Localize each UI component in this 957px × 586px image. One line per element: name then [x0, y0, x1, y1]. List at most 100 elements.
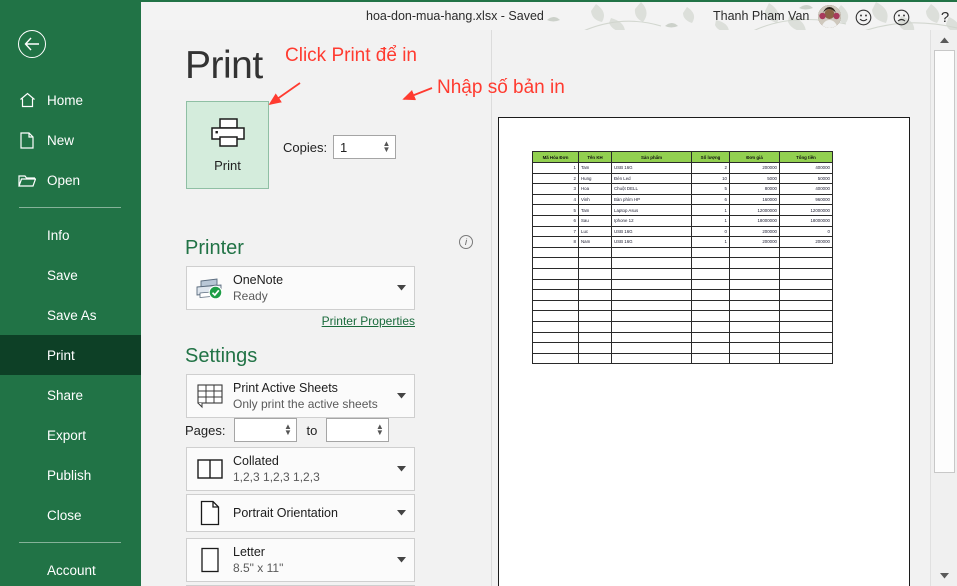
sidebar-item-label: Info: [47, 227, 70, 243]
sidebar-item-close[interactable]: Close: [0, 495, 141, 535]
pages-from-spinner-down[interactable]: ▼: [284, 429, 292, 437]
copies-label: Copies:: [283, 140, 328, 155]
invoice-cell-empty: [532, 331, 579, 344]
orientation-dropdown-arrow[interactable]: [388, 510, 414, 516]
printer-info-icon[interactable]: i: [459, 235, 473, 249]
paper-size-dropdown-arrow[interactable]: [388, 557, 414, 563]
sidebar-item-new[interactable]: New: [0, 120, 141, 160]
invoice-cell-empty: [779, 278, 833, 291]
printer-properties-link[interactable]: Printer Properties: [322, 314, 415, 328]
sidebar-item-label: Save As: [47, 307, 97, 323]
pages-from-stepper[interactable]: ▲ ▼: [234, 418, 298, 442]
smiley-face-icon: [855, 9, 871, 25]
invoice-cell: 12000000: [729, 204, 780, 216]
table-row-empty: [532, 352, 833, 365]
copies-input[interactable]: [334, 136, 379, 158]
sidebar-item-export[interactable]: Export: [0, 415, 141, 455]
invoice-cell: 1: [691, 204, 730, 216]
invoice-cell-empty: [611, 278, 692, 291]
chevron-down-icon: [396, 557, 406, 563]
invoice-cell: Hung: [578, 172, 612, 185]
sidebar-item-info[interactable]: Info: [0, 215, 141, 255]
invoice-cell-empty: [729, 278, 780, 291]
avatar-photo: [818, 5, 841, 28]
back-button[interactable]: [18, 30, 46, 58]
collation-text: Collated 1,2,3 1,2,3 1,2,3: [233, 453, 388, 485]
pages-to-spinner-down[interactable]: ▼: [376, 429, 384, 437]
backstage-sidebar: Home New Open Info Save Save As Print Share Expo…: [0, 0, 141, 586]
invoice-cell: 12000000: [779, 204, 833, 216]
sidebar-item-home[interactable]: Home: [0, 80, 141, 120]
invoice-table-body: 1 Tam USB 16G 2 200000 400000 2 Hung Đèn Led 10 50…: [532, 162, 833, 365]
invoice-cell-empty: [729, 320, 780, 333]
invoice-cell-empty: [779, 267, 833, 280]
sidebar-item-label: Export: [47, 427, 87, 443]
invoice-cell: 8: [532, 236, 579, 248]
pages-label: Pages:: [185, 422, 226, 438]
copies-spinner-down[interactable]: ▼: [383, 146, 391, 154]
invoice-cell-empty: [611, 352, 692, 365]
help-button[interactable]: ?: [934, 6, 956, 28]
print-range-select[interactable]: Print Active Sheets Only print the activ…: [186, 374, 415, 418]
invoice-cell: Chuột DELL: [611, 183, 692, 195]
collate-icon: [187, 458, 233, 480]
scroll-thumb[interactable]: [934, 50, 955, 473]
sidebar-item-open[interactable]: Open: [0, 160, 141, 200]
invoice-cell-empty: [691, 299, 730, 312]
feedback-frown-icon[interactable]: [890, 6, 912, 28]
invoice-cell: Laptop Asus: [611, 204, 692, 216]
pages-to-spinner[interactable]: ▲ ▼: [372, 419, 387, 441]
settings-section-heading: Settings: [185, 345, 258, 367]
table-row: 7 Luc USB 16G 0 200000 0: [532, 225, 833, 238]
copies-spinner[interactable]: ▲ ▼: [379, 136, 394, 158]
print-range-dropdown-arrow[interactable]: [388, 393, 414, 399]
collation-select[interactable]: Collated 1,2,3 1,2,3 1,2,3: [186, 447, 415, 491]
invoice-cell: 4: [532, 193, 579, 206]
feedback-smile-icon[interactable]: [852, 6, 874, 28]
collation-dropdown-arrow[interactable]: [388, 466, 414, 472]
paper-size-select[interactable]: Letter 8.5" x 11": [186, 538, 415, 582]
pages-to-input[interactable]: [327, 419, 373, 441]
frowning-face-icon: [893, 9, 909, 25]
sidebar-item-publish[interactable]: Publish: [0, 455, 141, 495]
printer-select[interactable]: OneNote Ready: [186, 266, 415, 310]
table-row: 3 Hoa Chuột DELL 5 80000 400000: [532, 183, 833, 195]
invoice-col-header: Đơn giá: [729, 151, 780, 163]
scroll-down-button[interactable]: [931, 566, 957, 586]
invoice-col-header: Tên KH: [578, 151, 612, 163]
pages-from-input[interactable]: [235, 419, 281, 441]
sidebar-item-save-as[interactable]: Save As: [0, 295, 141, 335]
sidebar-item-save[interactable]: Save: [0, 255, 141, 295]
print-range-subtitle: Only print the active sheets: [233, 397, 378, 411]
pages-to-stepper[interactable]: ▲ ▼: [326, 418, 390, 442]
invoice-cell-empty: [532, 257, 579, 269]
invoice-cell-empty: [611, 320, 692, 333]
invoice-cell-empty: [691, 331, 730, 344]
printer-icon: [210, 117, 245, 147]
invoice-cell: USB 16G: [611, 162, 692, 174]
invoice-cell-empty: [779, 331, 833, 344]
collation-title: Collated: [233, 454, 279, 468]
printer-dropdown-arrow[interactable]: [388, 285, 414, 291]
invoice-table: Mã Hóa Đơn Tên KH Sản phẩm Số lượng Đơn giá T…: [532, 151, 833, 365]
sidebar-item-label: Open: [47, 172, 81, 188]
letter-paper-icon: [201, 547, 219, 573]
pages-range-row: Pages: ▲ ▼ to ▲ ▼: [185, 418, 390, 442]
orientation-select[interactable]: Portrait Orientation: [186, 494, 415, 532]
invoice-cell: 3: [532, 183, 579, 195]
invoice-cell-empty: [729, 331, 780, 344]
scroll-down-arrow-icon: [940, 573, 949, 579]
page-title: Print: [185, 44, 263, 87]
copies-stepper[interactable]: ▲ ▼: [333, 135, 396, 159]
invoice-cell-empty: [691, 320, 730, 333]
sidebar-item-account[interactable]: Account: [0, 550, 141, 586]
sidebar-item-label: Publish: [47, 467, 92, 483]
preview-scrollbar[interactable]: [930, 30, 957, 586]
backstage-print-screen: Home New Open Info Save Save As Print Share Expo…: [0, 0, 957, 586]
print-button[interactable]: Print: [186, 101, 269, 189]
avatar[interactable]: [818, 5, 841, 28]
sidebar-item-print[interactable]: Print: [0, 335, 141, 375]
sidebar-item-share[interactable]: Share: [0, 375, 141, 415]
scroll-up-button[interactable]: [931, 30, 957, 50]
pages-from-spinner[interactable]: ▲ ▼: [280, 419, 295, 441]
